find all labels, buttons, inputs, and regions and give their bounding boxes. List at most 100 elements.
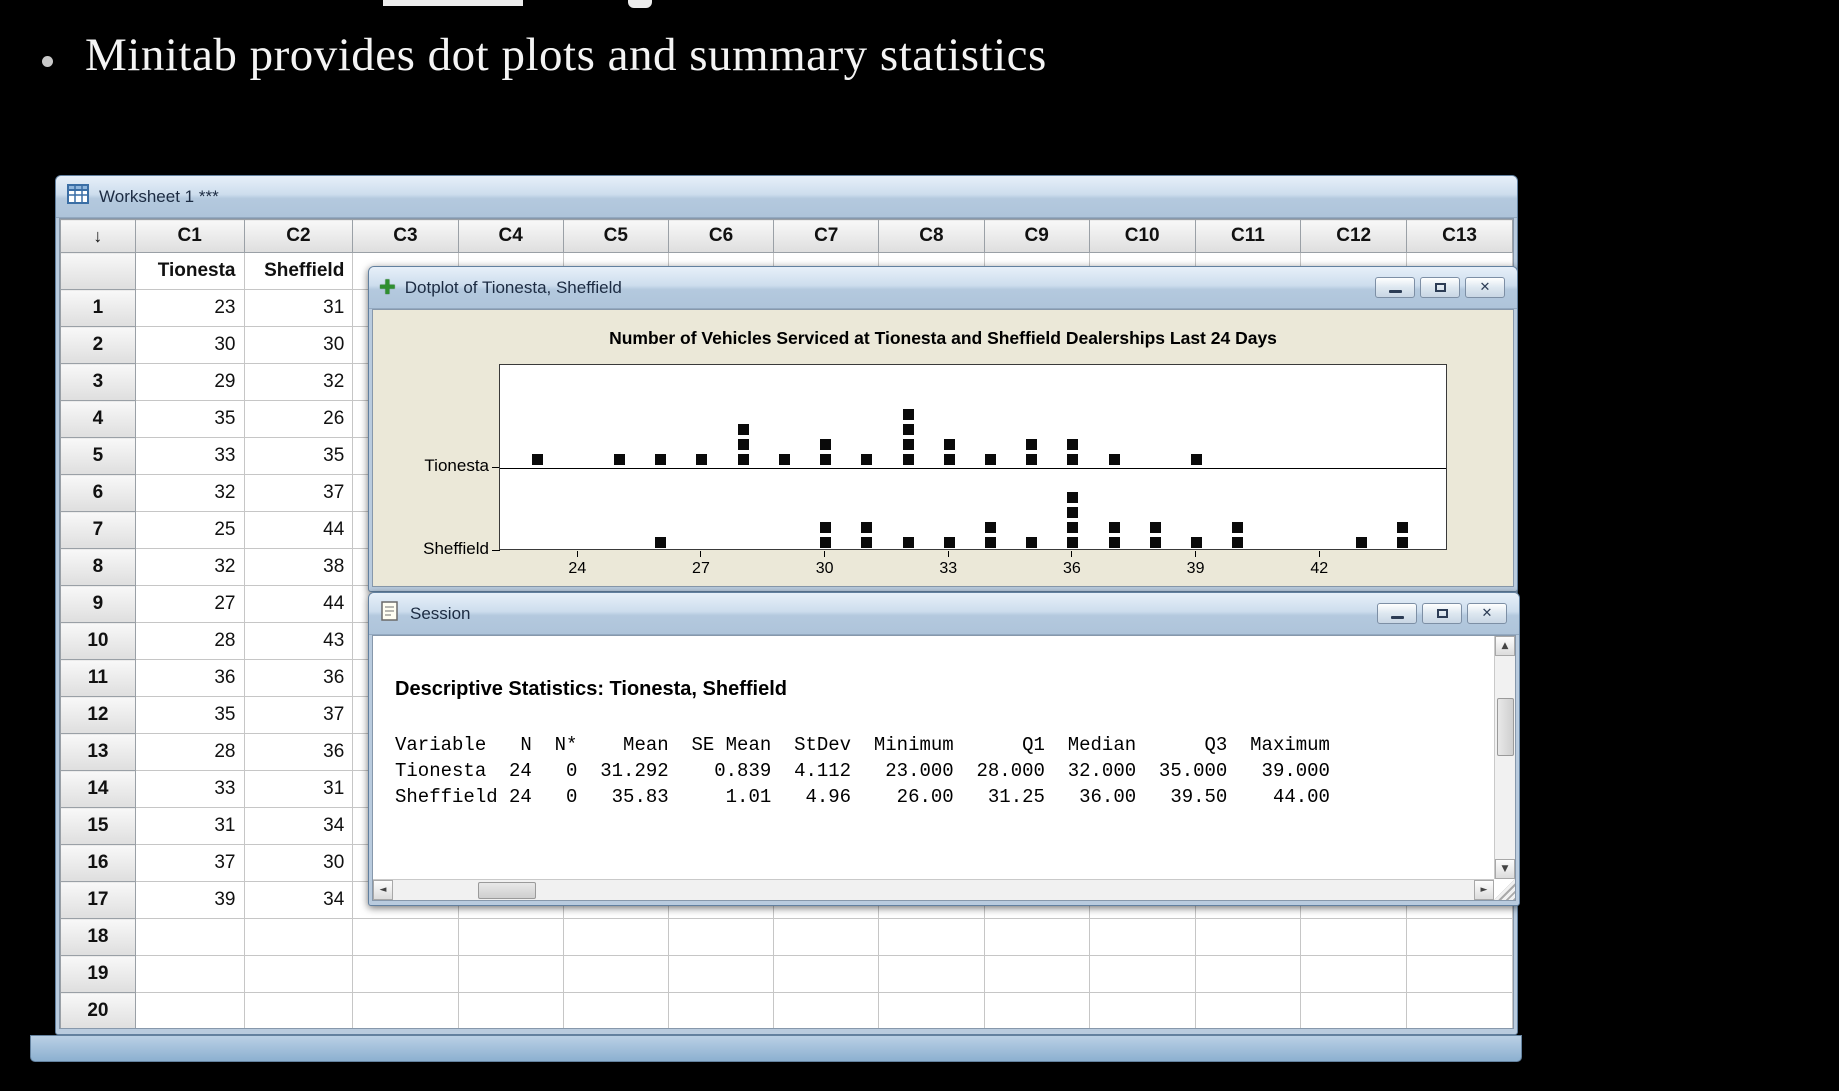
scroll-left-icon[interactable]: ◄ <box>373 880 393 900</box>
column-header-C5[interactable]: C5 <box>562 219 669 253</box>
column-header-C12[interactable]: C12 <box>1300 219 1408 253</box>
worksheet-cell[interactable] <box>243 955 354 993</box>
row-header[interactable]: 15 <box>60 807 136 845</box>
row-header[interactable]: 18 <box>60 918 136 956</box>
row-header[interactable]: 14 <box>60 770 136 808</box>
worksheet-cell[interactable]: 37 <box>134 844 245 882</box>
row-header[interactable]: 2 <box>60 326 136 364</box>
worksheet-cell[interactable]: 23 <box>134 289 245 327</box>
row-header[interactable]: 8 <box>60 548 136 586</box>
column-header-C7[interactable]: C7 <box>773 219 880 253</box>
worksheet-cell[interactable] <box>1088 992 1196 1028</box>
worksheet-cell[interactable] <box>983 955 1090 993</box>
worksheet-cell[interactable]: 28 <box>134 622 245 660</box>
row-header[interactable]: 3 <box>60 363 136 401</box>
worksheet-cell[interactable] <box>983 992 1090 1028</box>
worksheet-cell[interactable] <box>1406 955 1513 993</box>
worksheet-cell[interactable]: 32 <box>134 474 245 512</box>
worksheet-cell[interactable]: 39 <box>134 881 245 919</box>
row-header[interactable]: 11 <box>60 659 136 697</box>
worksheet-cell[interactable] <box>457 955 564 993</box>
resize-grip[interactable] <box>1494 879 1515 900</box>
row-header[interactable]: 16 <box>60 844 136 882</box>
restore-button[interactable] <box>1420 277 1460 298</box>
worksheet-cell[interactable] <box>878 918 985 956</box>
dotplot-titlebar[interactable]: ✚ Dotplot of Tionesta, Sheffield ✕ <box>369 267 1517 309</box>
row-header[interactable]: 7 <box>60 511 136 549</box>
worksheet-cell[interactable] <box>983 918 1090 956</box>
worksheet-cell[interactable] <box>1194 918 1302 956</box>
worksheet-cell[interactable] <box>667 918 775 956</box>
minimize-button[interactable] <box>1377 603 1417 624</box>
worksheet-cell[interactable]: 35 <box>134 400 245 438</box>
worksheet-cell[interactable] <box>1088 955 1196 993</box>
worksheet-cell[interactable] <box>878 955 985 993</box>
worksheet-cell[interactable]: 31 <box>134 807 245 845</box>
worksheet-cell[interactable] <box>243 918 354 956</box>
worksheet-cell[interactable]: 32 <box>243 363 354 401</box>
worksheet-cell[interactable] <box>1406 992 1513 1028</box>
column-header-C2[interactable]: C2 <box>243 219 354 253</box>
worksheet-cell[interactable] <box>352 955 459 993</box>
scroll-right-icon[interactable]: ► <box>1474 880 1494 900</box>
restore-button[interactable] <box>1422 603 1462 624</box>
worksheet-cell[interactable] <box>134 918 245 956</box>
column-header-C3[interactable]: C3 <box>352 219 459 253</box>
scroll-up-icon[interactable]: ▲ <box>1495 636 1515 656</box>
worksheet-cell[interactable]: 28 <box>134 733 245 771</box>
worksheet-cell[interactable]: 29 <box>134 363 245 401</box>
worksheet-cell[interactable]: 33 <box>134 770 245 808</box>
worksheet-cell[interactable]: 38 <box>243 548 354 586</box>
row-header[interactable]: 17 <box>60 881 136 919</box>
worksheet-cell[interactable]: 36 <box>243 659 354 697</box>
column-header-C9[interactable]: C9 <box>983 219 1090 253</box>
worksheet-cell[interactable]: 30 <box>243 326 354 364</box>
worksheet-cell[interactable]: 33 <box>134 437 245 475</box>
row-header[interactable]: 5 <box>60 437 136 475</box>
close-button[interactable]: ✕ <box>1467 603 1507 624</box>
close-button[interactable]: ✕ <box>1465 277 1505 298</box>
worksheet-cell[interactable]: 34 <box>243 881 354 919</box>
worksheet-cell[interactable]: 34 <box>243 807 354 845</box>
worksheet-cell[interactable]: 44 <box>243 585 354 623</box>
row-header[interactable]: 12 <box>60 696 136 734</box>
scroll-down-icon[interactable]: ▼ <box>1495 859 1515 879</box>
worksheet-cell[interactable] <box>1300 992 1408 1028</box>
worksheet-cell[interactable]: 36 <box>134 659 245 697</box>
horizontal-scrollbar[interactable]: ◄ ► <box>373 879 1494 900</box>
worksheet-cell[interactable] <box>1194 955 1302 993</box>
row-header[interactable]: 6 <box>60 474 136 512</box>
worksheet-cell[interactable] <box>1194 992 1302 1028</box>
worksheet-cell[interactable] <box>457 918 564 956</box>
row-header[interactable] <box>60 252 136 290</box>
worksheet-cell[interactable]: 25 <box>134 511 245 549</box>
worksheet-cell[interactable]: 44 <box>243 511 354 549</box>
worksheet-cell[interactable]: 30 <box>134 326 245 364</box>
worksheet-cell[interactable]: 37 <box>243 474 354 512</box>
worksheet-cell[interactable]: 30 <box>243 844 354 882</box>
worksheet-cell[interactable] <box>773 992 880 1028</box>
horizontal-scroll-thumb[interactable] <box>478 882 536 899</box>
worksheet-cell[interactable] <box>667 992 775 1028</box>
worksheet-cell[interactable]: 36 <box>243 733 354 771</box>
column-header-C8[interactable]: C8 <box>878 219 985 253</box>
worksheet-cell[interactable] <box>562 918 669 956</box>
worksheet-cell[interactable]: 27 <box>134 585 245 623</box>
worksheet-cell[interactable]: 31 <box>243 289 354 327</box>
column-header-C4[interactable]: C4 <box>457 219 564 253</box>
worksheet-cell[interactable] <box>562 992 669 1028</box>
row-header[interactable]: 20 <box>60 992 136 1028</box>
worksheet-cell[interactable] <box>1300 955 1408 993</box>
select-all-corner[interactable]: ↓ <box>60 219 136 253</box>
row-header[interactable]: 4 <box>60 400 136 438</box>
worksheet-cell[interactable]: 31 <box>243 770 354 808</box>
worksheet-cell[interactable]: 35 <box>134 696 245 734</box>
worksheet-cell[interactable] <box>457 992 564 1028</box>
vertical-scroll-thumb[interactable] <box>1497 698 1514 756</box>
worksheet-cell[interactable] <box>1300 918 1408 956</box>
worksheet-cell[interactable]: 32 <box>134 548 245 586</box>
column-header-C6[interactable]: C6 <box>667 219 775 253</box>
worksheet-cell[interactable]: 37 <box>243 696 354 734</box>
session-titlebar[interactable]: Session ✕ <box>369 593 1519 635</box>
row-header[interactable]: 1 <box>60 289 136 327</box>
